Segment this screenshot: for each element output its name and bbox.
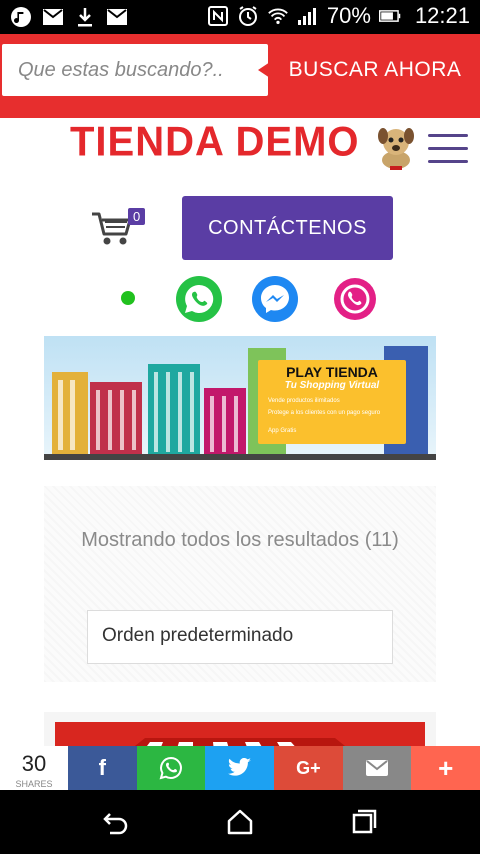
hamburger-menu-icon[interactable]	[428, 130, 468, 166]
wifi-icon	[267, 5, 289, 27]
whatsapp-icon[interactable]	[176, 276, 222, 322]
mascot-logo-icon	[374, 122, 418, 170]
search-input[interactable]	[2, 44, 268, 96]
gmail-icon	[42, 6, 64, 28]
gmail-icon	[106, 6, 128, 28]
recents-icon[interactable]	[348, 806, 380, 838]
banner-card: PLAY TIENDA Tu Shopping Virtual Vende pr…	[258, 360, 406, 444]
promo-banner[interactable]: PLAY TIENDA Tu Shopping Virtual Vende pr…	[44, 336, 436, 460]
sort-order-select[interactable]: Orden predeterminado	[87, 610, 393, 664]
twitter-share-button[interactable]	[205, 746, 275, 790]
battery-icon	[378, 5, 401, 27]
more-share-button[interactable]: +	[411, 746, 480, 790]
facebook-share-button[interactable]: f	[68, 746, 137, 790]
whatsapp-icon	[159, 756, 182, 780]
cart-count-badge: 0	[128, 208, 146, 225]
email-share-button[interactable]	[342, 746, 412, 790]
home-icon[interactable]	[224, 806, 256, 838]
music-icon	[10, 6, 32, 28]
download-icon	[74, 6, 96, 28]
search-bar: BUSCAR AHORA	[0, 34, 480, 118]
results-panel: Mostrando todos los resultados (11) Orde…	[44, 486, 436, 682]
share-count-label: SHARES	[15, 779, 53, 789]
header-strip	[0, 106, 480, 118]
contact-button[interactable]: CONTÁCTENOS	[182, 196, 393, 260]
plus-icon: +	[438, 752, 454, 783]
cart-button[interactable]: 0	[90, 208, 146, 248]
share-bar: 30 SHARES f G+ +	[0, 746, 480, 790]
nfc-icon	[207, 5, 229, 27]
banner-bullet: App Gratis	[268, 428, 297, 434]
googleplus-share-button[interactable]: G+	[274, 746, 343, 790]
share-count: 30 SHARES	[0, 746, 68, 790]
banner-bullet: Vende productos ilimitados	[268, 398, 340, 404]
online-status-dot	[121, 291, 135, 305]
battery-percent: 70%	[326, 3, 371, 28]
share-count-number: 30	[21, 751, 47, 776]
results-count-text: Mostrando todos los resultados (11)	[81, 529, 399, 551]
messenger-icon[interactable]	[252, 276, 298, 322]
store-logo[interactable]: TIENDA DEMO	[70, 119, 360, 166]
clock-time: 12:21	[414, 3, 470, 28]
googleplus-icon: G+	[296, 757, 321, 778]
back-icon[interactable]	[100, 806, 132, 838]
banner-bullet: Protege a los clientes con un pago segur…	[268, 410, 381, 416]
twitter-icon	[227, 758, 251, 776]
email-icon	[366, 760, 389, 776]
alarm-icon	[237, 5, 259, 27]
search-button[interactable]: BUSCAR AHORA	[258, 44, 480, 96]
facebook-icon: f	[98, 755, 106, 780]
viber-icon[interactable]	[334, 278, 376, 320]
banner-subtitle: Tu Shopping Virtual	[284, 380, 380, 391]
android-nav-bar	[0, 790, 480, 854]
whatsapp-share-button[interactable]	[136, 746, 206, 790]
signal-icon	[297, 5, 319, 27]
status-bar: 70% 12:21	[0, 0, 480, 34]
banner-title: PLAY TIENDA	[286, 364, 378, 380]
